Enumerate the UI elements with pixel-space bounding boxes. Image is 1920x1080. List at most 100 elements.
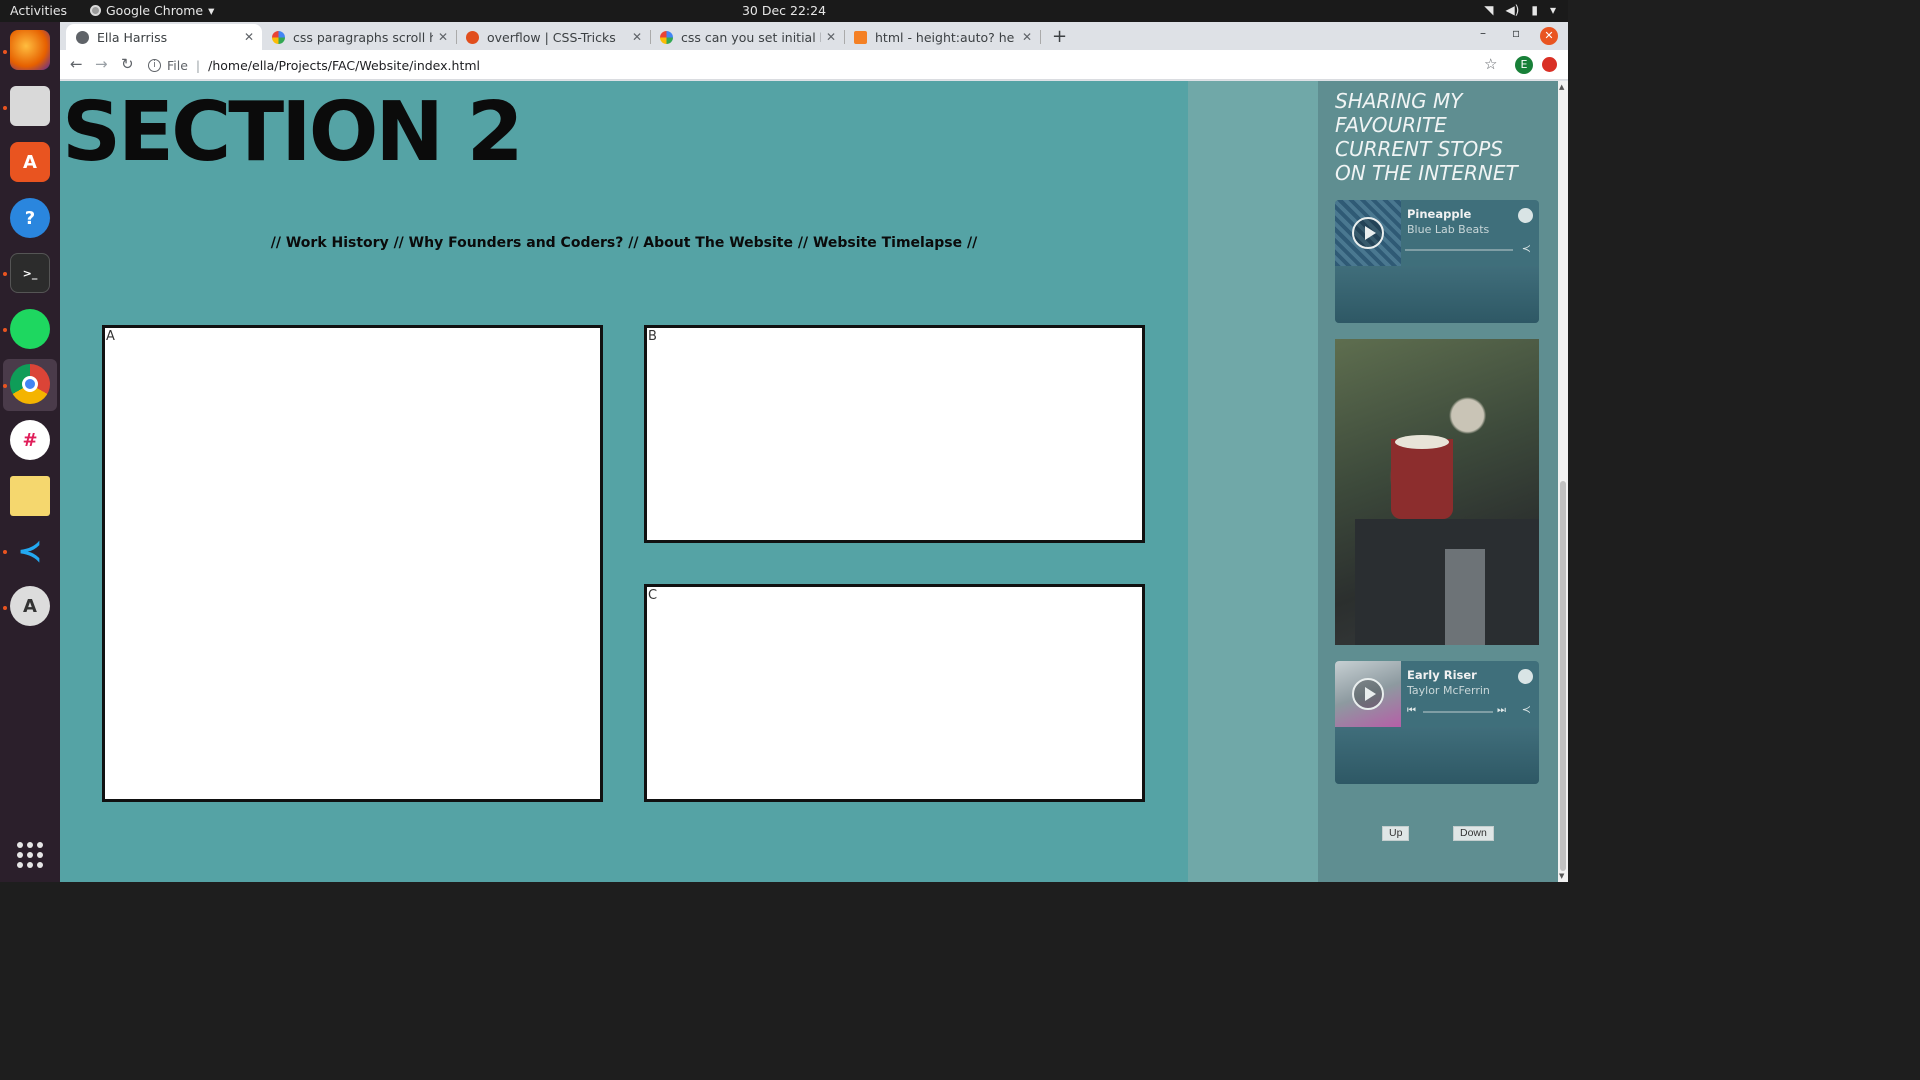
sidebar-title: SHARING MY FAVOURITE CURRENT STOPS ON TH… (1335, 89, 1518, 185)
spotify-player-early-riser[interactable]: Early Riser Taylor McFerrin ⏮ ⏭ ≺ (1335, 661, 1539, 784)
track-artist[interactable]: Blue Lab Beats (1407, 223, 1489, 236)
page-scrollbar[interactable]: ▲ ▼ (1558, 81, 1568, 882)
share-icon[interactable]: ≺ (1522, 242, 1531, 255)
tab-label: html - height:auto? height (875, 29, 1015, 45)
tab-label: overflow | CSS-Tricks (487, 29, 616, 45)
extension-icon[interactable] (1542, 57, 1557, 72)
play-button[interactable] (1352, 217, 1384, 249)
previous-track-icon[interactable]: ⏮ (1407, 705, 1416, 716)
running-indicator (3, 550, 7, 554)
app-store-icon[interactable]: A (10, 142, 50, 182)
scroll-up-arrow-icon[interactable]: ▲ (1559, 83, 1564, 91)
section-title: SECTION 2 (62, 85, 524, 180)
progress-bar[interactable] (1423, 711, 1493, 713)
favourites-sidebar: SHARING MY FAVOURITE CURRENT STOPS ON TH… (1318, 81, 1558, 882)
scroll-down-button[interactable]: Down (1453, 826, 1494, 841)
tab-label: Ella Harriss (97, 29, 168, 45)
close-icon[interactable]: ✕ (438, 30, 448, 44)
next-track-icon[interactable]: ⏭ (1497, 705, 1506, 716)
content-box-a: A (102, 325, 603, 802)
scroll-down-arrow-icon[interactable]: ▼ (1559, 872, 1564, 880)
track-title[interactable]: Pineapple (1407, 207, 1471, 221)
wifi-icon: ◥ (1484, 3, 1494, 17)
system-top-bar: Activities Google Chrome ▾ 30 Dec 22:24 … (0, 0, 1568, 22)
bookmark-star-icon[interactable]: ☆ (1484, 55, 1497, 73)
close-icon[interactable]: ✕ (632, 30, 642, 44)
track-artist[interactable]: Taylor McFerrin (1407, 684, 1490, 697)
tab-strip: Ella Harriss ✕ css paragraphs scroll hid… (60, 22, 1568, 50)
reload-button[interactable]: ↻ (121, 55, 134, 73)
play-button[interactable] (1352, 678, 1384, 710)
scroll-up-button[interactable]: Up (1382, 826, 1410, 841)
notes-icon[interactable] (10, 476, 50, 516)
profile-avatar[interactable]: E (1515, 56, 1533, 74)
minimize-icon[interactable]: – (1480, 26, 1486, 40)
firefox-icon[interactable] (10, 30, 50, 70)
running-indicator (3, 106, 7, 110)
section-subnav[interactable]: // Work History // Why Founders and Code… (60, 235, 1188, 251)
globe-icon (76, 30, 89, 44)
spotify-player-pineapple[interactable]: Pineapple Blue Lab Beats ≺ (1335, 200, 1539, 323)
content-box-b: B (644, 325, 1145, 543)
system-tray[interactable]: ◥ ◀) ▮ ▾ (1484, 3, 1556, 17)
chrome-icon[interactable] (10, 364, 50, 404)
running-indicator (3, 606, 7, 610)
close-icon[interactable]: ✕ (244, 30, 254, 44)
info-icon[interactable]: i (148, 58, 161, 72)
page-viewport: SECTION 2 // Work History // Why Founder… (60, 81, 1568, 882)
tab-separator (1040, 30, 1041, 44)
close-icon[interactable]: ✕ (1022, 30, 1032, 44)
photo-detail (1391, 435, 1453, 519)
files-icon[interactable] (10, 86, 50, 126)
software-updater-icon[interactable]: A (10, 586, 50, 626)
hot-chocolate-photo (1335, 339, 1539, 645)
tab-overflow-css-tricks[interactable]: overflow | CSS-Tricks ✕ (456, 24, 650, 50)
window-close-button[interactable]: ✕ (1540, 27, 1558, 45)
stackoverflow-icon (854, 30, 867, 44)
maximize-icon[interactable]: ▫ (1512, 26, 1520, 40)
url-text[interactable]: /home/ella/Projects/FAC/Website/index.ht… (208, 58, 480, 73)
running-indicator (3, 384, 7, 388)
tab-ella-harriss[interactable]: Ella Harriss ✕ (66, 24, 262, 50)
dock: A ? >_ # ≺ A (0, 22, 60, 882)
new-tab-button[interactable]: + (1052, 26, 1067, 47)
slack-icon[interactable]: # (10, 420, 50, 460)
tab-css-paragraphs[interactable]: css paragraphs scroll hidde ✕ (262, 24, 456, 50)
share-icon[interactable]: ≺ (1522, 703, 1531, 716)
back-button[interactable]: ← (70, 55, 83, 73)
scheme-label: File (167, 57, 188, 73)
forward-button[interactable]: → (95, 55, 108, 73)
address-divider: | (195, 57, 201, 73)
page-gutter (1188, 81, 1318, 882)
tab-css-initial-height[interactable]: css can you set initial heigh ✕ (650, 24, 844, 50)
tab-label: css paragraphs scroll hidde (293, 29, 433, 45)
spotify-icon[interactable] (1518, 208, 1533, 223)
running-indicator (3, 272, 7, 276)
google-icon (660, 30, 673, 44)
browser-toolbar: ← → ↻ i File | /home/ella/Projects/FAC/W… (60, 50, 1568, 80)
terminal-icon[interactable]: >_ (10, 253, 50, 293)
close-icon[interactable]: ✕ (826, 30, 836, 44)
box-label: C (648, 588, 658, 603)
track-title[interactable]: Early Riser (1407, 668, 1477, 682)
spotify-icon[interactable] (10, 309, 50, 349)
browser-window: Ella Harriss ✕ css paragraphs scroll hid… (60, 22, 1568, 882)
progress-bar[interactable] (1405, 249, 1513, 251)
spotify-icon[interactable] (1518, 669, 1533, 684)
tab-label: css can you set initial heigh (681, 29, 821, 45)
tab-html-height-auto[interactable]: html - height:auto? height ✕ (844, 24, 1040, 50)
google-icon (272, 30, 285, 44)
address-bar[interactable]: i File | /home/ella/Projects/FAC/Website… (148, 53, 1488, 77)
help-icon[interactable]: ? (10, 198, 50, 238)
photo-detail (1445, 549, 1485, 645)
scrollbar-thumb[interactable] (1560, 481, 1566, 871)
clock[interactable]: 30 Dec 22:24 (0, 3, 1568, 18)
content-box-c: C (644, 584, 1145, 802)
box-label: A (106, 329, 115, 344)
vscode-icon[interactable]: ≺ (10, 531, 50, 571)
box-label: B (648, 329, 657, 344)
show-applications-icon[interactable] (17, 842, 43, 868)
player-background (1335, 727, 1539, 784)
volume-icon: ◀) (1505, 3, 1520, 17)
running-indicator (3, 50, 7, 54)
